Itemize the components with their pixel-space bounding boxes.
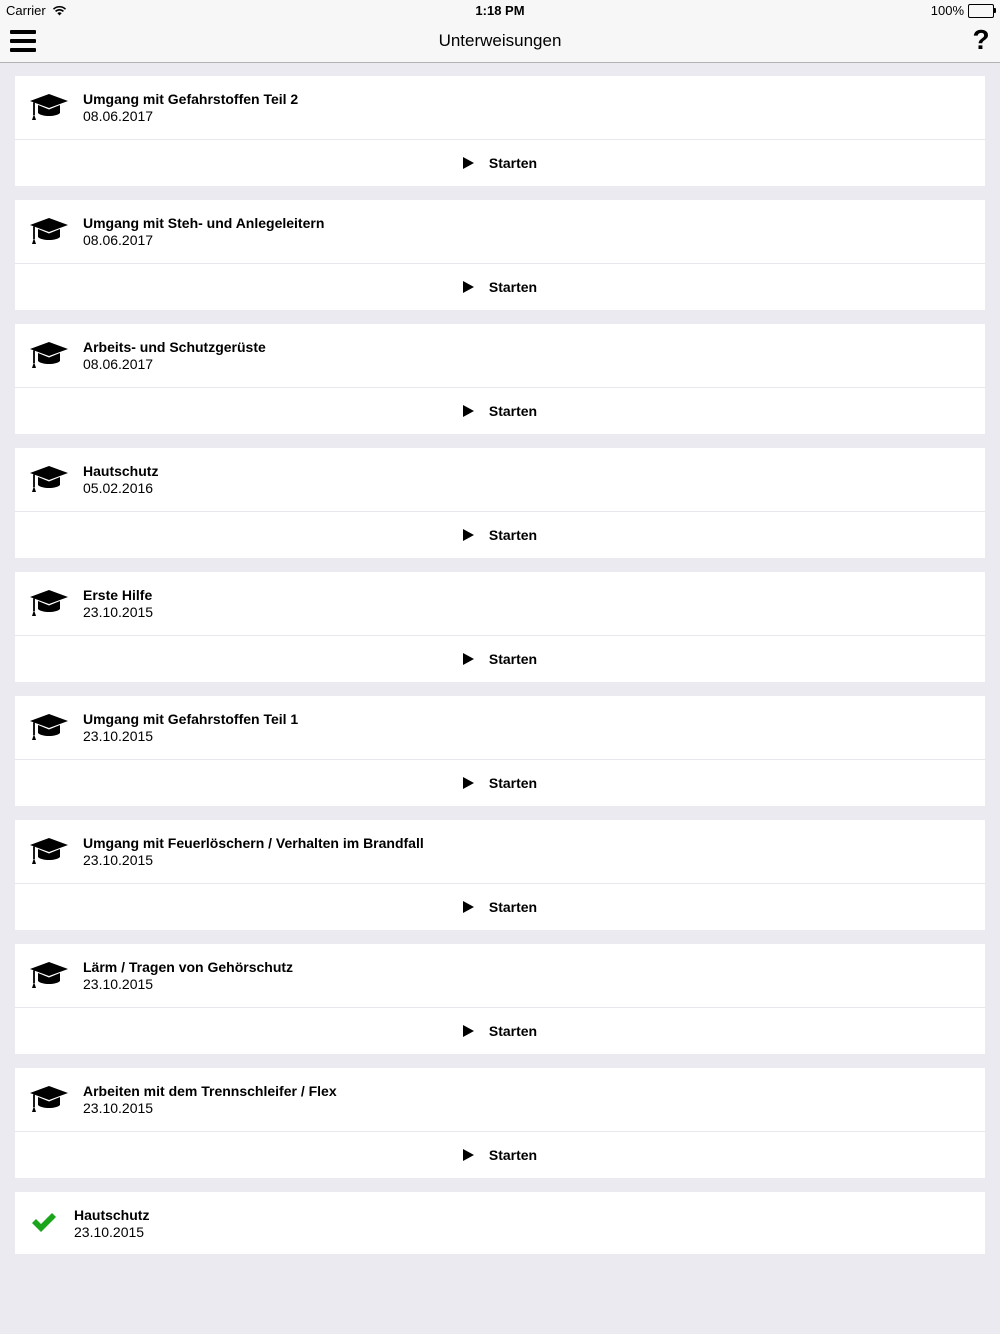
graduation-cap-icon <box>30 962 68 988</box>
training-card: Hautschutz 05.02.2016 Starten <box>15 448 985 558</box>
graduation-cap-icon <box>30 838 68 864</box>
training-card: Arbeits- und Schutzgerüste 08.06.2017 Star… <box>15 324 985 434</box>
start-label: Starten <box>488 279 538 295</box>
completed-date: 23.10.2015 <box>74 1224 145 1240</box>
training-title: Umgang mit Steh- und Anlegeleitern <box>83 215 325 231</box>
training-info[interactable]: Lärm / Tragen von Gehörschutz 23.10.2015 <box>15 944 985 1008</box>
training-title: Erste Hilfe <box>83 587 153 603</box>
play-icon <box>462 405 474 417</box>
start-label: Starten <box>488 651 538 667</box>
play-icon <box>462 777 474 789</box>
training-date: 23.10.2015 <box>83 1100 154 1116</box>
training-date: 05.02.2016 <box>83 480 154 496</box>
play-icon <box>462 529 474 541</box>
training-card: Umgang mit Feuerlöschern / Verhalten im … <box>15 820 985 930</box>
training-card: Umgang mit Gefahrstoffen Teil 2 08.06.201… <box>15 76 985 186</box>
training-list: Umgang mit Gefahrstoffen Teil 2 08.06.201… <box>15 76 985 1254</box>
training-card: Erste Hilfe 23.10.2015 Starten <box>15 572 985 682</box>
start-label: Starten <box>488 1023 538 1039</box>
training-title: Umgang mit Feuerlöschern / Verhalten im … <box>83 835 424 851</box>
training-card: Lärm / Tragen von Gehörschutz 23.10.2015 S… <box>15 944 985 1054</box>
training-title: Lärm / Tragen von Gehörschutz <box>83 959 294 975</box>
status-time: 1:18 PM <box>475 3 525 18</box>
start-button[interactable]: Starten <box>15 140 985 186</box>
completed-trainings: Hautschutz 23.10.2015 <box>15 1192 985 1254</box>
page-title: Unterweisungen <box>438 31 562 50</box>
training-info[interactable]: Arbeiten mit dem Trennschleifer / Flex 23… <box>15 1068 985 1132</box>
training-date: 23.10.2015 <box>83 852 154 868</box>
start-button[interactable]: Starten <box>15 760 985 806</box>
training-info[interactable]: Erste Hilfe 23.10.2015 <box>15 572 985 636</box>
navigation-bar: Unterweisungen ? <box>0 20 1000 63</box>
start-button[interactable]: Starten <box>15 636 985 682</box>
play-icon <box>462 157 474 169</box>
graduation-cap-icon <box>30 466 68 492</box>
start-label: Starten <box>488 403 538 419</box>
training-card: Umgang mit Steh- und Anlegeleitern 08.06.… <box>15 200 985 310</box>
training-card: Umgang mit Gefahrstoffen Teil 1 23.10.201… <box>15 696 985 806</box>
start-button[interactable]: Starten <box>15 1132 985 1178</box>
completed-title: Hautschutz <box>74 1207 150 1223</box>
training-title: Arbeiten mit dem Trennschleifer / Flex <box>83 1083 337 1099</box>
training-date: 08.06.2017 <box>83 108 154 124</box>
start-button[interactable]: Starten <box>15 1008 985 1054</box>
training-info[interactable]: Arbeits- und Schutzgerüste 08.06.2017 <box>15 324 985 388</box>
start-label: Starten <box>488 775 538 791</box>
play-icon <box>462 281 474 293</box>
play-icon <box>462 1149 474 1161</box>
training-date: 08.06.2017 <box>83 356 154 372</box>
start-label: Starten <box>488 155 538 171</box>
graduation-cap-icon <box>30 1086 68 1112</box>
battery-icon <box>968 3 996 18</box>
graduation-cap-icon <box>30 590 68 616</box>
training-date: 08.06.2017 <box>83 232 154 248</box>
training-info[interactable]: Umgang mit Steh- und Anlegeleitern 08.06.… <box>15 200 985 264</box>
checkmark-icon <box>32 1213 56 1232</box>
status-right: 100% <box>930 3 996 18</box>
training-info[interactable]: Umgang mit Gefahrstoffen Teil 2 08.06.201… <box>15 76 985 140</box>
start-label: Starten <box>488 899 538 915</box>
start-button[interactable]: Starten <box>15 884 985 930</box>
play-icon <box>462 653 474 665</box>
training-title: Umgang mit Gefahrstoffen Teil 1 <box>83 711 299 727</box>
training-title: Umgang mit Gefahrstoffen Teil 2 <box>83 91 299 107</box>
battery-percent: 100% <box>930 3 964 18</box>
training-info[interactable]: Umgang mit Gefahrstoffen Teil 1 23.10.201… <box>15 696 985 760</box>
training-date: 23.10.2015 <box>83 976 154 992</box>
start-button[interactable]: Starten <box>15 388 985 434</box>
help-button[interactable]: ? <box>970 25 992 55</box>
training-info[interactable]: Hautschutz 05.02.2016 <box>15 448 985 512</box>
training-title: Hautschutz <box>83 463 159 479</box>
play-icon <box>462 1025 474 1037</box>
start-label: Starten <box>488 527 538 543</box>
status-bar: Carrier 1:18 PM 100% <box>0 0 1000 20</box>
training-info[interactable]: Umgang mit Feuerlöschern / Verhalten im … <box>15 820 985 884</box>
play-icon <box>462 901 474 913</box>
training-date: 23.10.2015 <box>83 604 154 620</box>
training-title: Arbeits- und Schutzgerüste <box>83 339 266 355</box>
graduation-cap-icon <box>30 218 68 244</box>
start-label: Starten <box>488 1147 538 1163</box>
start-button[interactable]: Starten <box>15 264 985 310</box>
completed-training-card[interactable]: Hautschutz 23.10.2015 <box>15 1192 985 1254</box>
graduation-cap-icon <box>30 714 68 740</box>
training-date: 23.10.2015 <box>83 728 154 744</box>
training-card: Arbeiten mit dem Trennschleifer / Flex 23… <box>15 1068 985 1178</box>
graduation-cap-icon <box>30 94 68 120</box>
graduation-cap-icon <box>30 342 68 368</box>
training-cards: Umgang mit Gefahrstoffen Teil 2 08.06.201… <box>15 76 985 1178</box>
start-button[interactable]: Starten <box>15 512 985 558</box>
